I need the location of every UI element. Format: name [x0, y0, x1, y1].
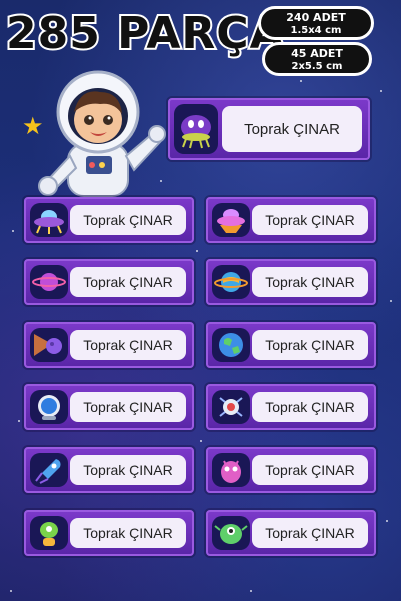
green-alien-icon: [30, 516, 68, 550]
saturn-planet-icon: [30, 265, 68, 299]
name-label: Toprak ÇINAR: [206, 447, 376, 493]
name-text: Toprak ÇINAR: [252, 205, 368, 235]
name-text: Toprak ÇINAR: [252, 392, 368, 422]
name-text: Toprak ÇINAR: [252, 518, 368, 548]
count-badge-large: 45 ADET 2x5.5 cm: [262, 42, 372, 76]
alien-ufo-icon: [174, 104, 218, 154]
big-name-text: Toprak ÇINAR: [222, 106, 362, 152]
name-label: Toprak ÇINAR: [206, 510, 376, 556]
name-label: Toprak ÇINAR: [24, 447, 194, 493]
earth-icon: [212, 328, 250, 362]
comet-icon: [30, 328, 68, 362]
count-badge-small-size: 1.5x4 cm: [290, 25, 342, 36]
ringed-planet-icon: [212, 265, 250, 299]
astronaut-illustration: [38, 70, 166, 197]
name-label: Toprak ÇINAR: [24, 259, 194, 305]
rocket-icon: [30, 453, 68, 487]
name-text: Toprak ÇINAR: [70, 392, 186, 422]
name-label: Toprak ÇINAR: [206, 197, 376, 243]
name-label: Toprak ÇINAR: [24, 510, 194, 556]
big-name-label: Toprak ÇINAR: [168, 98, 370, 160]
count-badge-small-count: 240 ADET: [286, 11, 346, 24]
count-badge-large-count: 45 ADET: [291, 47, 343, 60]
name-label: Toprak ÇINAR: [206, 259, 376, 305]
name-text: Toprak ÇINAR: [70, 205, 186, 235]
name-text: Toprak ÇINAR: [70, 518, 186, 548]
ufo-icon: [30, 203, 68, 237]
name-text: Toprak ÇINAR: [70, 455, 186, 485]
name-text: Toprak ÇINAR: [252, 455, 368, 485]
pink-alien-icon: [212, 453, 250, 487]
name-label: Toprak ÇINAR: [206, 322, 376, 368]
name-text: Toprak ÇINAR: [70, 330, 186, 360]
name-label: Toprak ÇINAR: [24, 197, 194, 243]
space-helmet-icon: [30, 390, 68, 424]
product-image: 285 PARÇA 240 ADET 1.5x4 cm 45 ADET 2x5.…: [0, 0, 401, 601]
count-badge-small: 240 ADET 1.5x4 cm: [258, 6, 374, 40]
name-text: Toprak ÇINAR: [252, 267, 368, 297]
name-text: Toprak ÇINAR: [252, 330, 368, 360]
satellite-icon: [212, 390, 250, 424]
name-label: Toprak ÇINAR: [206, 384, 376, 430]
ufo-orange-icon: [212, 203, 250, 237]
alien-monster-icon: [212, 516, 250, 550]
name-label: Toprak ÇINAR: [24, 322, 194, 368]
title: 285 PARÇA: [4, 6, 286, 61]
name-label: Toprak ÇINAR: [24, 384, 194, 430]
count-badge-large-size: 2x5.5 cm: [291, 61, 343, 72]
name-text: Toprak ÇINAR: [70, 267, 186, 297]
